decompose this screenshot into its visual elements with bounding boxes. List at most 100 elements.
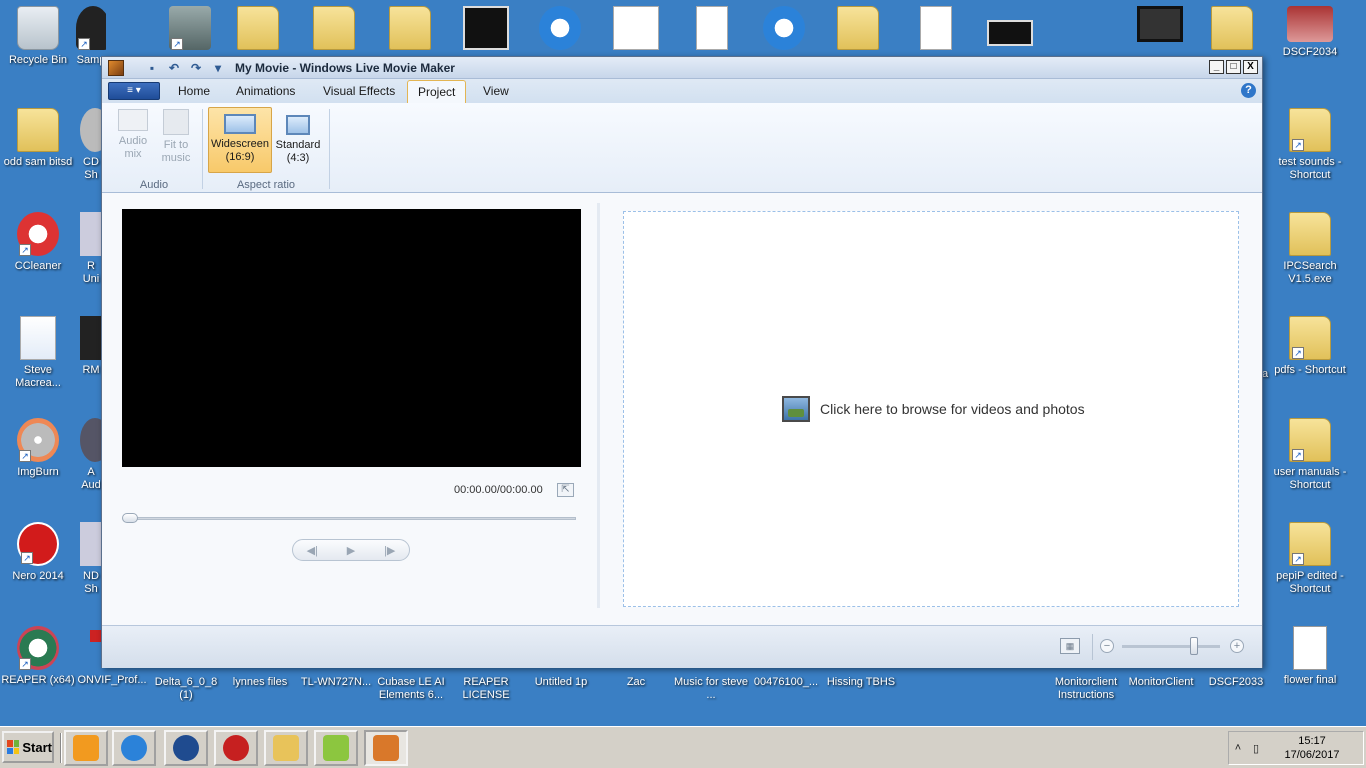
play-button[interactable]: ▶ — [334, 544, 368, 557]
desktop-icon-video[interactable] — [448, 6, 524, 54]
seek-thumb[interactable] — [122, 513, 138, 523]
desktop-icon-video[interactable] — [972, 20, 1048, 50]
taskbar-record[interactable] — [214, 730, 258, 766]
desktop-icon-folder[interactable] — [1194, 6, 1270, 54]
desktop-icon-00476100[interactable]: 00476100_... — [748, 676, 824, 689]
desktop-icon-dscf2034[interactable]: DSCF2034 — [1272, 6, 1348, 59]
desktop-icon-zac[interactable]: Zac — [598, 676, 674, 689]
desktop-icon-document[interactable] — [898, 6, 974, 54]
taskbar: Start ˄ ▯ 15:17 17/06/2017 — [0, 726, 1366, 768]
widescreen-button[interactable]: Widescreen (16:9) — [208, 107, 272, 173]
desktop-icon-document[interactable] — [598, 6, 674, 54]
desktop-icon-installer[interactable]: R Uni — [80, 212, 102, 286]
tab-animations[interactable]: Animations — [226, 80, 305, 103]
desktop-icon-music-for-steve[interactable]: Music for steve ... — [673, 676, 749, 702]
desktop-icon-film[interactable] — [1122, 6, 1198, 46]
previous-frame-button[interactable]: ◀| — [295, 544, 329, 557]
browse-media-link[interactable]: Click here to browse for videos and phot… — [782, 396, 1085, 422]
tab-view[interactable]: View — [473, 80, 519, 103]
desktop-icon-monitorclient[interactable]: MonitorClient — [1123, 676, 1199, 689]
desktop-icon-odd-sam-bitsd[interactable]: odd sam bitsd — [0, 108, 76, 169]
video-preview[interactable] — [122, 209, 581, 467]
storyboard-pane[interactable]: Click here to browse for videos and phot… — [623, 211, 1239, 607]
desktop-icon-ie[interactable] — [746, 6, 822, 54]
desktop-icon-reaper[interactable]: ↗ REAPER (x64) — [0, 626, 76, 687]
taskbar-hp[interactable] — [164, 730, 208, 766]
desktop-icon-pepip-edited[interactable]: ↗ pepiP edited - Shortcut — [1272, 522, 1348, 596]
tab-project[interactable]: Project — [407, 80, 467, 103]
desktop-icon-hissing-tbhs[interactable]: Hissing TBHS — [823, 676, 899, 689]
file-menu-button[interactable]: ≡ ▾ — [108, 82, 160, 100]
desktop-icon-lynnes-files[interactable]: lynnes files — [222, 676, 298, 689]
desktop-icon-rm[interactable]: RM — [80, 316, 102, 377]
desktop-icon-recycle-bin[interactable]: Recycle Bin — [0, 6, 76, 67]
title-bar[interactable]: ▪ ↶ ↷ ▾ My Movie - Windows Live Movie Ma… — [102, 57, 1262, 79]
thumbnail-size-icon[interactable]: ▦ — [1060, 638, 1080, 654]
desktop-icon-cabinet[interactable]: ↗ — [152, 6, 228, 54]
maximize-button[interactable]: □ — [1226, 60, 1241, 74]
network-icon[interactable]: ▯ — [1247, 742, 1265, 755]
clock[interactable]: 15:17 17/06/2017 — [1277, 734, 1347, 762]
desktop-icon-nd[interactable]: ND Sh — [80, 522, 102, 596]
desktop-icon-label: Delta_6_0_8 (1) — [154, 676, 218, 701]
customize-toolbar-icon[interactable]: ▾ — [210, 60, 226, 76]
show-hidden-icons[interactable]: ˄ — [1229, 742, 1247, 754]
desktop-icon-label: 00476100_... — [753, 676, 819, 688]
desktop-icon-delta[interactable]: Delta_6_0_8 (1) — [148, 676, 224, 702]
desktop-icon-reaper-license[interactable]: REAPER LICENSE — [448, 676, 524, 702]
standard-button[interactable]: Standard (4:3) — [274, 107, 322, 165]
taskbar-media-player[interactable] — [64, 730, 108, 766]
taskbar-movie-maker[interactable] — [364, 730, 408, 766]
desktop-icon-monitorclient-instructions[interactable]: Monitorclient Instructions — [1048, 676, 1124, 702]
zoom-out-button[interactable]: − — [1100, 639, 1114, 653]
help-icon[interactable]: ? — [1241, 83, 1256, 98]
desktop-icon-tl-wn727n[interactable]: TL-WN727N... — [298, 676, 374, 689]
fit-to-music-button[interactable]: Fit to music — [156, 107, 196, 165]
desktop-icon-cubase[interactable]: Cubase LE AI Elements 6... — [373, 676, 449, 702]
desktop-icon-label: ONVIF_Prof... — [77, 674, 147, 686]
pane-splitter[interactable] — [597, 203, 600, 608]
desktop-icon-label: Music for steve ... — [674, 676, 748, 701]
desktop-icon-dscf2033[interactable]: DSCF2033 — [1198, 676, 1274, 689]
desktop-icon-folder[interactable] — [296, 6, 372, 54]
close-button[interactable]: X — [1243, 60, 1258, 74]
desktop-icon-document[interactable] — [674, 6, 750, 54]
desktop-icon-folder[interactable] — [372, 6, 448, 54]
save-icon[interactable]: ▪ — [144, 60, 160, 76]
desktop-icon-steve-macrea[interactable]: Steve Macrea... — [0, 316, 76, 390]
start-button[interactable]: Start — [2, 731, 54, 763]
redo-icon[interactable]: ↷ — [188, 60, 204, 76]
desktop-icon-nero[interactable]: ↗ Nero 2014 — [0, 522, 76, 583]
clock-time: 15:17 — [1298, 735, 1326, 747]
desktop-icon-flower-final[interactable]: flower final — [1272, 626, 1348, 687]
undo-icon[interactable]: ↶ — [166, 60, 182, 76]
desktop-icon-untitled[interactable]: Untitled 1p — [523, 676, 599, 689]
desktop-icon-label: Cubase LE AI Elements 6... — [377, 676, 445, 701]
movie-maker-app-icon[interactable] — [108, 60, 124, 76]
zoom-slider[interactable] — [1122, 645, 1220, 648]
next-frame-button[interactable]: |▶ — [373, 544, 407, 557]
desktop-icon-audio[interactable]: A Aud — [80, 418, 102, 492]
zoom-slider-thumb[interactable] — [1190, 637, 1198, 655]
desktop-icon-cd[interactable]: CD Sh — [80, 108, 102, 182]
desktop-icon-ipcsearch[interactable]: IPCSearch V1.5.exe — [1272, 212, 1348, 286]
video-thumb-icon — [463, 6, 509, 50]
tab-home[interactable]: Home — [168, 80, 220, 103]
taskbar-ie[interactable] — [112, 730, 156, 766]
taskbar-android[interactable] — [314, 730, 358, 766]
tab-visual-effects[interactable]: Visual Effects — [313, 80, 405, 103]
desktop-icon-ccleaner[interactable]: ↗ CCleaner — [0, 212, 76, 273]
desktop-icon-user-manuals[interactable]: ↗ user manuals - Shortcut — [1272, 418, 1348, 492]
seek-bar[interactable] — [124, 517, 576, 520]
desktop-icon-test-sounds[interactable]: ↗ test sounds - Shortcut — [1272, 108, 1348, 182]
minimize-button[interactable]: _ — [1209, 60, 1224, 74]
audio-mix-button[interactable]: Audio mix — [112, 107, 154, 161]
desktop-icon-imgburn[interactable]: ↗ ImgBurn — [0, 418, 76, 479]
desktop-icon-pdfs[interactable]: ↗ pdfs - Shortcut — [1272, 316, 1348, 377]
fullscreen-preview-button[interactable]: ⇱ — [557, 483, 574, 497]
zoom-in-button[interactable]: + — [1230, 639, 1244, 653]
taskbar-explorer[interactable] — [264, 730, 308, 766]
desktop-icon-ie[interactable] — [522, 6, 598, 54]
desktop-icon-folder[interactable] — [820, 6, 896, 54]
desktop-icon-folder[interactable] — [220, 6, 296, 54]
